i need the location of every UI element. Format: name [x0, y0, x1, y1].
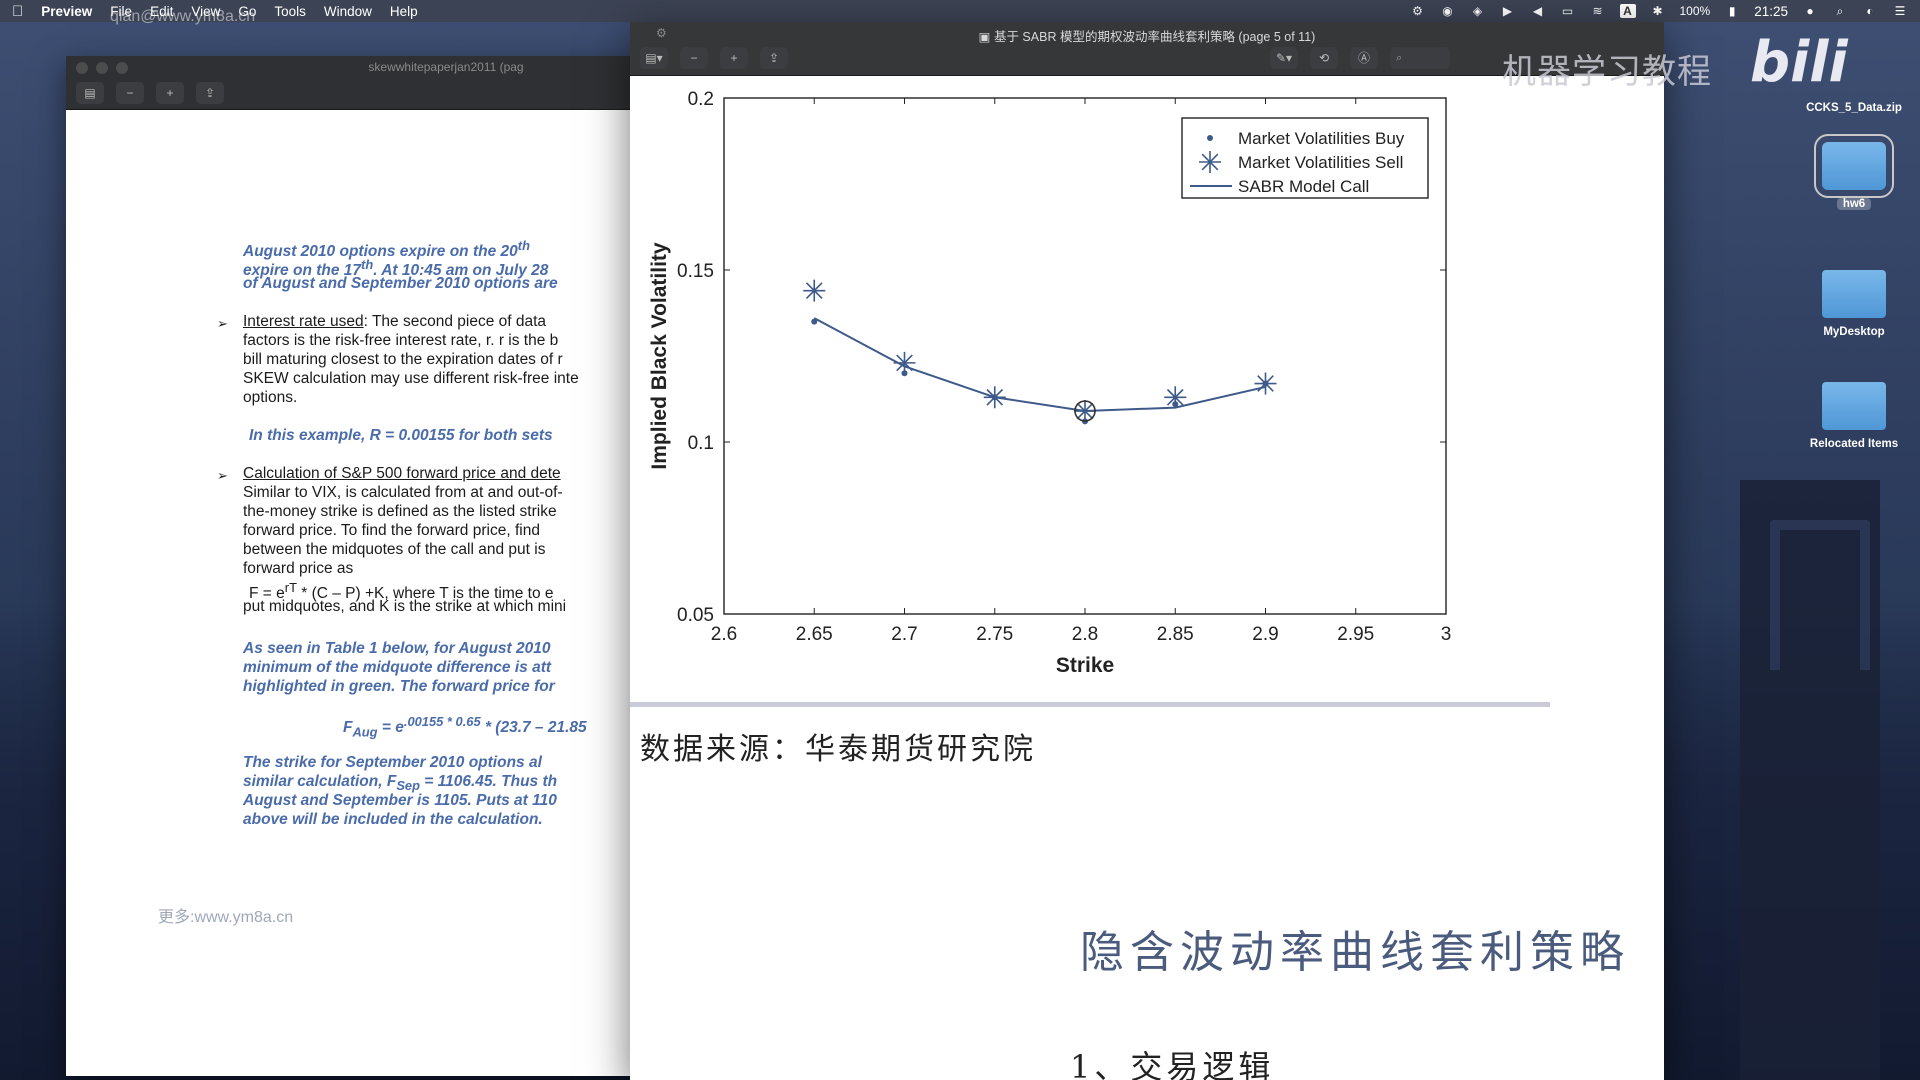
y-tick-label: 0.05	[677, 605, 714, 626]
apple-icon[interactable]: 	[12, 3, 23, 20]
menubar-clock[interactable]: 21:25	[1754, 4, 1788, 19]
y-tick-label: 0.2	[688, 89, 714, 110]
back-window-titlebar[interactable]: skewwhitepaperjan2011 (pag ▤ − + ⇪	[66, 56, 636, 110]
pdf-doc-icon: ▣	[978, 30, 994, 44]
x-tick-label: 2.7	[891, 624, 917, 645]
desktop-folder-relocated-items[interactable]: Relocated Items	[1794, 382, 1914, 450]
compass-icon[interactable]: ◈	[1470, 4, 1486, 18]
input-source-icon[interactable]: A	[1619, 4, 1636, 18]
zoom-in-icon[interactable]: +	[720, 47, 748, 69]
folder-icon	[1814, 134, 1894, 198]
y-axis-label: Implied Black Volatility	[648, 242, 671, 469]
sabr-volatility-chart: 2.6 2.65 2.7 2.75 2.8 2.85 2.9 2.95 3 0.05 0.1 0.15…	[648, 89, 1452, 677]
x-tick-label: 2.95	[1337, 624, 1374, 645]
folder-icon	[1822, 270, 1886, 318]
notification-center-icon[interactable]: ☰	[1892, 4, 1908, 18]
x-axis-label: Strike	[1056, 654, 1114, 677]
annotate-icon[interactable]: Ⓐ	[1350, 47, 1378, 69]
desktop-folder-mydesktop[interactable]: MyDesktop	[1794, 270, 1914, 338]
menu-help[interactable]: Help	[390, 4, 418, 19]
markup-pen-icon[interactable]: ✎▾	[1270, 47, 1298, 69]
menu-tools[interactable]: Tools	[274, 4, 306, 19]
siri-icon[interactable]: ◐	[1862, 4, 1878, 18]
bilibili-logo: bili	[1750, 30, 1848, 95]
y-tick-label: 0.1	[688, 433, 714, 454]
zoom-in-icon[interactable]: +	[156, 82, 184, 104]
battery-icon[interactable]: ▮	[1724, 4, 1740, 18]
spotlight-icon[interactable]: ⌕	[1832, 4, 1848, 18]
rotate-icon[interactable]: ⟲	[1310, 47, 1338, 69]
x-tick-label: 2.6	[711, 624, 737, 645]
legend-marker-star	[1199, 151, 1221, 173]
play-icon[interactable]: ▶	[1500, 4, 1516, 18]
desktop-file-ccks-zip[interactable]: CCKS_5_Data.zip	[1794, 102, 1914, 114]
desktop-wallpaper-bridge	[1740, 480, 1880, 1080]
gear-status-icon[interactable]: ⚙	[1410, 4, 1426, 18]
display-icon[interactable]: ▭	[1560, 4, 1576, 18]
overlay-watermark: qian@www.ym8a.cn	[110, 8, 256, 25]
share-icon[interactable]: ⇪	[760, 47, 788, 69]
y-tick-label: 0.15	[677, 261, 714, 282]
menu-window[interactable]: Window	[324, 4, 372, 19]
watermark-link[interactable]: 更多:www.ym8a.cn	[158, 903, 293, 927]
bullet-arrow-icon: ➢	[217, 316, 228, 331]
bullet-arrow-icon: ➢	[217, 468, 228, 483]
channel-watermark: 机器学习教程	[1502, 52, 1712, 92]
section-title: 隐含波动率曲线套利策略	[1080, 927, 1630, 978]
preview-window-foreground[interactable]: ⚙ ▣ 基于 SABR 模型的期权波动率曲线套利策略 (page 5 of 11…	[630, 22, 1664, 1080]
volume-icon[interactable]: ◀	[1530, 4, 1546, 18]
data-source-caption: 数据来源：华泰期货研究院	[640, 732, 1036, 767]
zoom-out-icon[interactable]: −	[116, 82, 144, 104]
globe-status-icon[interactable]: ◉	[1440, 4, 1456, 18]
zoom-out-icon[interactable]: −	[680, 47, 708, 69]
x-tick-label: 2.8	[1072, 624, 1098, 645]
x-tick-label: 3	[1441, 624, 1452, 645]
bluetooth-icon[interactable]: ✱	[1650, 4, 1666, 18]
subsection-title: 1、交易逻辑	[1070, 1048, 1275, 1080]
x-tick-label: 2.85	[1157, 624, 1194, 645]
menu-bar:  Preview File Edit View Go Tools Window…	[0, 0, 1920, 25]
pdf-page[interactable]: 2.6 2.65 2.7 2.75 2.8 2.85 2.9 2.95 3 0.05 0.1 0.15…	[630, 76, 1664, 1080]
page-divider	[630, 702, 1550, 707]
front-window-title: ▣ 基于 SABR 模型的期权波动率曲线套利策略 (page 5 of 11)	[978, 30, 1316, 44]
legend-entry-label: SABR Model Call	[1238, 177, 1369, 196]
point-market-vol-sell	[803, 279, 826, 302]
legend-entry-label: Market Volatilities Sell	[1238, 153, 1403, 172]
share-icon[interactable]: ⇪	[196, 82, 224, 104]
search-input[interactable]: ⌕	[1390, 47, 1450, 69]
x-tick-label: 2.75	[976, 624, 1013, 645]
x-tick-label: 2.9	[1252, 624, 1278, 645]
point-market-vol-sell	[1254, 372, 1277, 395]
user-icon[interactable]: ●	[1802, 4, 1818, 18]
x-tick-label: 2.65	[796, 624, 833, 645]
sidebar-toggle-icon[interactable]: ▤▾	[640, 47, 668, 69]
battery-percent[interactable]: 100%	[1680, 4, 1711, 18]
sidebar-toggle-icon[interactable]: ▤	[76, 82, 104, 104]
wifi-icon[interactable]: ≋	[1590, 4, 1606, 18]
legend-marker-dot	[1207, 135, 1213, 141]
desktop-folder-hw6[interactable]: hw6	[1794, 134, 1914, 210]
menu-app-name[interactable]: Preview	[41, 4, 92, 19]
folder-icon	[1822, 382, 1886, 430]
legend-entry-label: Market Volatilities Buy	[1238, 129, 1405, 148]
